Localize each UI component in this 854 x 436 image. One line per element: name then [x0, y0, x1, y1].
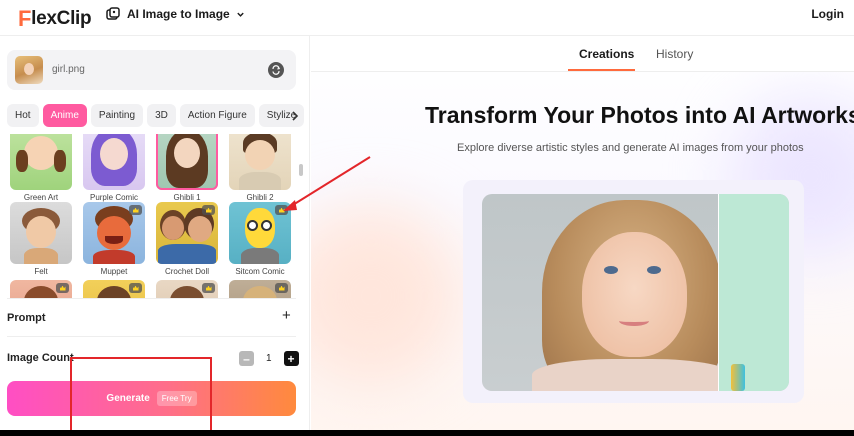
- tool-label: AI Image to Image: [127, 7, 230, 21]
- image-count-label: Image Count: [7, 352, 74, 364]
- tab-creations[interactable]: Creations: [579, 47, 634, 61]
- crown-icon: [56, 283, 69, 293]
- tab-hot[interactable]: Hot: [7, 104, 39, 127]
- tab-painting[interactable]: Painting: [90, 104, 144, 127]
- style-card-partial[interactable]: [229, 280, 291, 298]
- prompt-label: Prompt: [7, 312, 46, 324]
- image-count-stepper: – 1 +: [239, 351, 299, 366]
- file-name: girl.png: [52, 64, 85, 75]
- hero-subtitle: Explore diverse artistic styles and gene…: [457, 142, 804, 154]
- crown-icon: [129, 283, 142, 293]
- divider: [7, 298, 296, 299]
- logo-text: lexClip: [31, 8, 92, 29]
- style-thumbnail: [10, 134, 72, 190]
- top-bar: FlexClip AI Image to Image Login: [0, 0, 854, 36]
- style-card-muppet[interactable]: Muppet: [83, 202, 145, 276]
- tab-history[interactable]: History: [656, 47, 693, 61]
- crown-icon: [129, 205, 142, 215]
- divider: [7, 336, 296, 337]
- style-name: Felt: [34, 267, 48, 276]
- style-thumbnail: [229, 134, 291, 190]
- crown-icon: [275, 205, 288, 215]
- style-card-partial[interactable]: [156, 280, 218, 298]
- style-thumbnail: [156, 134, 218, 190]
- chevron-right-icon[interactable]: [287, 104, 303, 127]
- style-card-partial[interactable]: [10, 280, 72, 298]
- uploaded-thumbnail: [15, 56, 43, 84]
- crown-icon: [202, 205, 215, 215]
- style-card-ghibli-2[interactable]: Ghibli 2: [229, 134, 291, 202]
- crown-icon: [202, 283, 215, 293]
- flexclip-logo[interactable]: FlexClip: [18, 6, 92, 32]
- hero-title: Transform Your Photos into AI Artworks: [425, 102, 854, 128]
- increase-count-button[interactable]: +: [283, 351, 299, 366]
- login-button[interactable]: Login: [811, 7, 844, 21]
- preview-image: [482, 194, 789, 391]
- image-ai-icon: [106, 7, 120, 20]
- comparison-split[interactable]: [718, 194, 789, 391]
- style-card-purple-comic[interactable]: Purple Comic: [83, 134, 145, 202]
- style-card-crochet-doll[interactable]: Crochet Doll: [156, 202, 218, 276]
- crown-icon: [275, 283, 288, 293]
- chevron-down-icon: [236, 12, 244, 17]
- style-grid: Green Art Purple Comic Ghibli 1 Ghibli 2: [0, 134, 306, 298]
- decrease-count-button[interactable]: –: [239, 351, 254, 366]
- result-tabs: Creations History: [311, 36, 854, 72]
- tab-3d[interactable]: 3D: [147, 104, 176, 127]
- style-card-ghibli-1[interactable]: Ghibli 1: [156, 134, 218, 202]
- style-name: Purple Comic: [89, 193, 138, 202]
- style-name: Ghibli 1: [173, 193, 201, 202]
- style-card-sitcom-comic[interactable]: Sitcom Comic: [229, 202, 291, 276]
- style-name: Crochet Doll: [164, 267, 209, 276]
- add-prompt-icon[interactable]: +: [282, 307, 291, 324]
- style-card-green-art[interactable]: Green Art: [10, 134, 72, 202]
- style-name: Sitcom Comic: [235, 267, 285, 276]
- bottom-bar: [0, 430, 854, 436]
- image-count-value: 1: [266, 353, 272, 364]
- right-panel: Creations History Transform Your Photos …: [311, 36, 854, 430]
- style-grid-scrollbar[interactable]: [299, 164, 303, 176]
- style-name: Green Art: [23, 193, 59, 202]
- tab-anime[interactable]: Anime: [42, 104, 87, 127]
- logo-mark: F: [18, 6, 32, 31]
- style-thumbnail: [10, 202, 72, 264]
- style-card-partial[interactable]: [83, 280, 145, 298]
- style-thumbnail: [83, 134, 145, 190]
- annotation-highlight-box: [70, 357, 212, 434]
- swap-icon[interactable]: [268, 62, 284, 78]
- background-glow: [311, 206, 461, 386]
- active-tab-indicator: [568, 69, 635, 71]
- uploaded-file[interactable]: girl.png: [7, 50, 296, 90]
- style-tabs: Hot Anime Painting 3D Action Figure Styl…: [7, 104, 305, 127]
- style-name: Muppet: [100, 267, 128, 276]
- tool-selector[interactable]: AI Image to Image: [105, 6, 245, 22]
- tab-action-figure[interactable]: Action Figure: [179, 104, 255, 127]
- style-card-felt[interactable]: Felt: [10, 202, 72, 276]
- style-name: Ghibli 2: [246, 193, 274, 202]
